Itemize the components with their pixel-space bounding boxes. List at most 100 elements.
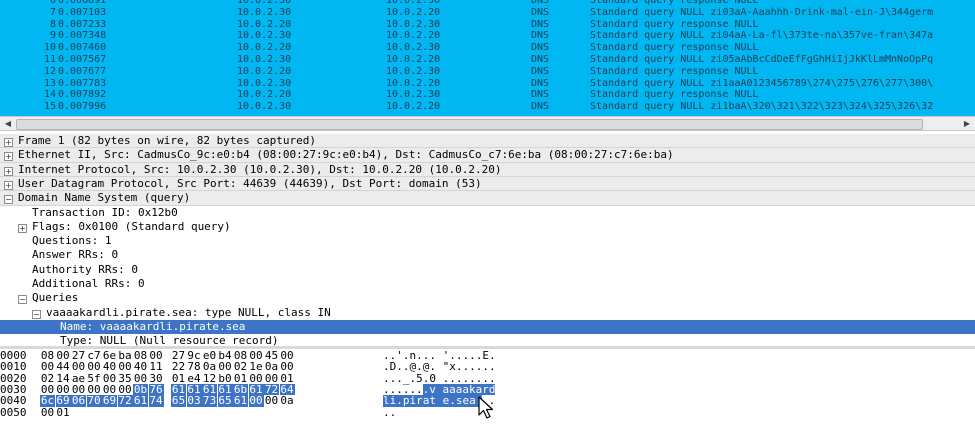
scroll-left-arrow-icon[interactable]: ◀: [2, 118, 14, 129]
packet-info: Standard query NULL zi1aaA0123456789\274…: [590, 77, 934, 89]
packet-row[interactable]: 10 0.007460 10.0.2.20 10.0.2.30 DNS Standard …: [0, 42, 975, 54]
packet-protocol: DNS: [531, 30, 550, 42]
packet-number: 11: [43, 54, 56, 65]
expand-plus-icon[interactable]: +: [4, 166, 13, 176]
hex-byte[interactable]: 73: [202, 395, 217, 407]
packet-protocol: DNS: [531, 65, 550, 77]
packet-destination: 10.0.2.30: [386, 65, 441, 77]
hex-byte[interactable]: 00: [264, 395, 279, 407]
packet-row[interactable]: 13 0.007783 10.0.2.30 10.0.2.20 DNS Standard …: [0, 77, 975, 89]
packet-info: Standard query response NULL: [590, 89, 759, 101]
hex-byte[interactable]: 00: [40, 406, 55, 419]
packet-list[interactable]: 6 0.006891 10.0.2.30 10.0.2.30 DNS Standard q…: [0, 0, 975, 116]
packet-source: 10.0.2.20: [237, 89, 292, 101]
tree-field-row[interactable]: Authority RRs: 0: [0, 263, 975, 277]
tree-field-row[interactable]: − vaaaakardli.pirate.sea: type NULL, clas…: [0, 306, 975, 320]
tree-row-label: Internet Protocol, Src: 10.0.2.30 (10.0.…: [18, 162, 502, 176]
packet-time: 0.007103: [58, 6, 107, 18]
packet-time: 0.007233: [58, 18, 107, 30]
expand-plus-icon[interactable]: +: [4, 152, 13, 162]
tree-row-label: Domain Name System (query): [18, 191, 191, 205]
packet-source: 10.0.2.30: [237, 54, 292, 65]
tree-field-row[interactable]: Name: vaaaakardli.pirate.sea: [0, 319, 975, 335]
packet-time: 0.007460: [58, 42, 107, 54]
packet-info: Standard query NULL zi1baA\320\321\322\3…: [590, 101, 934, 113]
hex-byte[interactable]: 61: [133, 395, 148, 407]
tree-field-row[interactable]: Type: NULL (Null resource record): [0, 334, 975, 346]
scroll-right-arrow-icon[interactable]: ▶: [961, 118, 973, 129]
tree-field-row[interactable]: Answer RRs: 0: [0, 248, 975, 262]
tree-field-row[interactable]: − Queries: [0, 291, 975, 305]
packet-time: 0.007892: [58, 89, 107, 101]
packet-destination: 10.0.2.30: [386, 18, 441, 30]
tree-field-row[interactable]: Additional RRs: 0: [0, 277, 975, 291]
packet-number: 10: [43, 42, 56, 54]
expand-plus-icon[interactable]: +: [4, 180, 13, 190]
packet-info: Standard query response NULL: [590, 18, 759, 30]
packet-time: 0.007567: [58, 54, 107, 65]
packet-number: 14: [43, 89, 56, 101]
protocol-tree-row[interactable]: − Domain Name System (query): [0, 191, 975, 206]
hex-byte[interactable]: 00: [248, 395, 264, 407]
hex-byte[interactable]: 03: [186, 395, 202, 407]
hex-byte[interactable]: 65: [171, 395, 186, 407]
packet-info: Standard query response NULL: [590, 0, 759, 6]
hex-byte[interactable]: 69: [55, 395, 71, 407]
hex-byte[interactable]: 06: [71, 395, 86, 407]
collapse-minus-icon[interactable]: −: [18, 295, 27, 305]
hex-byte[interactable]: 65: [217, 395, 233, 407]
packet-row[interactable]: 12 0.007677 10.0.2.20 10.0.2.30 DNS Standard …: [0, 65, 975, 77]
expand-plus-icon[interactable]: +: [18, 223, 27, 233]
packet-number: 6: [49, 0, 56, 6]
tree-field-row[interactable]: + Flags: 0x0100 (Standard query): [0, 220, 975, 234]
hex-byte[interactable]: 69: [102, 395, 117, 407]
packet-info: Standard query response NULL: [590, 65, 759, 77]
packet-row[interactable]: 11 0.007567 10.0.2.30 10.0.2.20 DNS Standard …: [0, 54, 975, 65]
packet-destination: 10.0.2.30: [386, 42, 441, 54]
tree-row-label: vaaaakardli.pirate.sea: type NULL, class…: [46, 305, 331, 319]
packet-number: 7: [49, 6, 56, 18]
expand-plus-icon[interactable]: +: [4, 138, 13, 147]
horizontal-scrollbar[interactable]: ◀ ▶: [0, 116, 975, 131]
packet-details-tree[interactable]: + Frame 1 (82 bytes on wire, 82 bytes cap…: [0, 134, 975, 346]
hex-ascii[interactable]: li.pirat e.sea.: [383, 395, 483, 407]
collapse-minus-icon[interactable]: −: [32, 309, 41, 319]
packet-destination: 10.0.2.20: [386, 77, 441, 89]
packet-number: 9: [49, 30, 56, 42]
protocol-tree-row[interactable]: + Frame 1 (82 bytes on wire, 82 bytes cap…: [0, 134, 975, 149]
scroll-thumb[interactable]: [16, 119, 923, 130]
packet-row[interactable]: 14 0.007892 10.0.2.20 10.0.2.30 DNS Standard …: [0, 89, 975, 101]
hex-ascii[interactable]: ..: [383, 406, 396, 419]
hex-byte[interactable]: 74: [148, 395, 164, 407]
protocol-tree-row[interactable]: + User Datagram Protocol, Src Port: 44639…: [0, 176, 975, 192]
hex-byte[interactable]: 70: [86, 395, 102, 407]
packet-destination: 10.0.2.30: [386, 0, 441, 6]
packet-row[interactable]: 9 0.007348 10.0.2.30 10.0.2.20 DNS Standard q…: [0, 30, 975, 42]
packet-time: 0.007783: [58, 77, 107, 89]
tree-field-row[interactable]: Questions: 1: [0, 234, 975, 248]
protocol-tree-row[interactable]: + Internet Protocol, Src: 10.0.2.30 (10.0…: [0, 162, 975, 177]
packet-protocol: DNS: [531, 0, 550, 6]
packet-row[interactable]: 6 0.006891 10.0.2.30 10.0.2.30 DNS Standard q…: [0, 0, 975, 6]
packet-source: 10.0.2.30: [237, 101, 292, 113]
packet-row[interactable]: 7 0.007103 10.0.2.30 10.0.2.20 DNS Standard q…: [0, 6, 975, 18]
collapse-minus-icon[interactable]: −: [4, 195, 13, 205]
hex-byte[interactable]: 72: [117, 395, 133, 407]
hex-byte[interactable]: 6c: [40, 395, 55, 407]
tree-row-label: Name: vaaaakardli.pirate.sea: [60, 319, 246, 333]
tree-field-row[interactable]: Transaction ID: 0x12b0: [0, 206, 975, 220]
packet-destination: 10.0.2.20: [386, 30, 441, 42]
packet-protocol: DNS: [531, 18, 550, 30]
tree-row-label: Questions: 1: [32, 234, 112, 248]
packet-destination: 10.0.2.20: [386, 54, 441, 65]
packet-source: 10.0.2.30: [237, 30, 292, 42]
packet-row[interactable]: 15 0.007996 10.0.2.30 10.0.2.20 DNS Standard …: [0, 101, 975, 113]
hex-byte[interactable]: 01: [56, 406, 71, 419]
hex-byte[interactable]: 61: [233, 395, 248, 407]
hex-byte[interactable]: 0a: [280, 395, 295, 407]
packet-time: 0.007677: [58, 65, 107, 77]
packet-row[interactable]: 8 0.007233 10.0.2.20 10.0.2.30 DNS Standard q…: [0, 18, 975, 30]
packet-destination: 10.0.2.20: [386, 101, 441, 113]
protocol-tree-row[interactable]: + Ethernet II, Src: CadmusCo_9c:e0:b4 (08…: [0, 148, 975, 163]
packet-source: 10.0.2.30: [237, 0, 292, 6]
